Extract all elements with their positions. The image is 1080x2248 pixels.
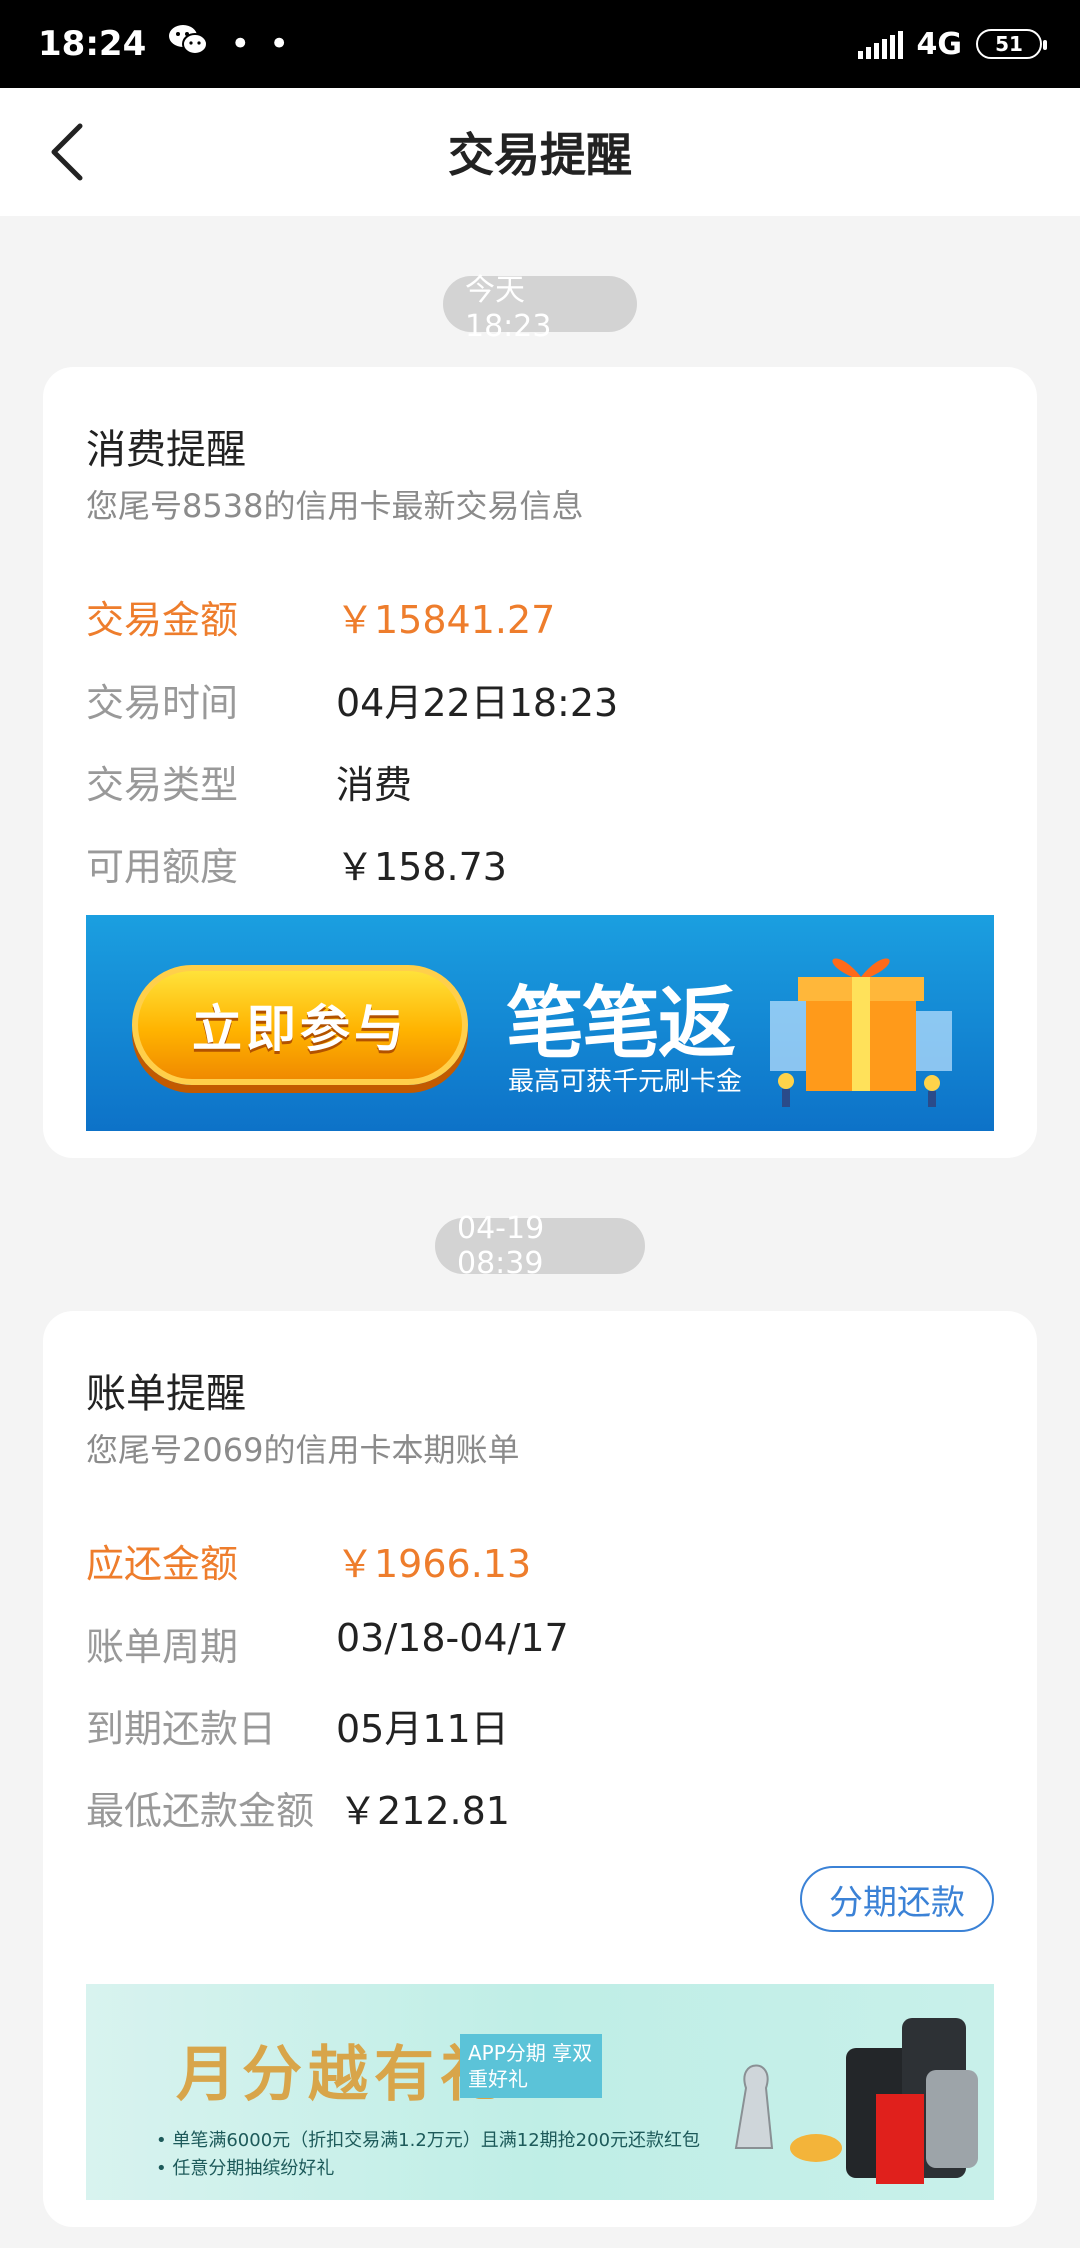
message-card: 账单提醒 您尾号2069的信用卡本期账单 应还金额 ￥1966.13 账单周期 … <box>43 1311 1037 2227</box>
banner-subtitle: 最高可获千元刷卡金 <box>508 1067 743 1097</box>
row-value: 03/18-04/17 <box>336 1616 569 1660</box>
header: 交易提醒 <box>0 88 1080 216</box>
promo-banner[interactable]: 月分越有礼 APP分期 享双重好礼 • 单笔满6000元（折扣交易满1.2万元）… <box>86 1984 994 2200</box>
wechat-icon <box>168 23 209 66</box>
banner-note: • 任意分期抽缤纷好礼 <box>156 2158 335 2179</box>
luggage-icon <box>734 2018 978 2184</box>
row-value: 05月11日 <box>336 1707 509 1751</box>
back-button[interactable] <box>40 123 96 181</box>
row-label: 可用额度 <box>86 845 239 889</box>
banner-title: 笔笔返 <box>506 979 736 1069</box>
network-label: 4G <box>916 26 963 62</box>
battery-level: 51 <box>995 32 1023 56</box>
card-subtitle: 您尾号8538的信用卡最新交易信息 <box>86 487 584 525</box>
status-time: 18:24 <box>38 24 147 64</box>
row-label: 交易类型 <box>86 763 239 807</box>
row-value: ￥15841.27 <box>336 598 556 642</box>
banner-title: 月分越有礼 <box>176 2040 506 2110</box>
battery-icon: 51 <box>976 29 1047 59</box>
card-title: 账单提醒 <box>86 1371 246 1417</box>
promo-banner[interactable]: 立即参与 笔笔返 最高可获千元刷卡金 <box>86 915 994 1131</box>
time-pill: 今天 18:23 <box>443 273 637 344</box>
row-label: 账单周期 <box>86 1625 239 1669</box>
card-title: 消费提醒 <box>86 427 246 473</box>
message-card: 消费提醒 您尾号8538的信用卡最新交易信息 交易金额 ￥15841.27 交易… <box>43 367 1037 1158</box>
time-pill: 04-19 08:39 <box>435 1211 645 1281</box>
banner-note: • 单笔满6000元（折扣交易满1.2万元）且满12期抢200元还款红包 <box>156 2130 701 2151</box>
banner-badge: APP分期 享双重好礼 <box>460 2034 602 2098</box>
installment-button[interactable]: 分期还款 <box>800 1866 994 1932</box>
row-label: 到期还款日 <box>86 1707 277 1751</box>
row-value: ￥1966.13 <box>336 1542 532 1586</box>
row-value: ￥212.81 <box>339 1789 510 1833</box>
row-value: ￥158.73 <box>336 845 507 889</box>
page-title: 交易提醒 <box>448 128 632 182</box>
row-label: 交易时间 <box>86 681 239 725</box>
back-arrow-icon <box>51 123 83 181</box>
row-label: 最低还款金额 <box>86 1789 315 1833</box>
row-value: 消费 <box>336 763 413 807</box>
card-subtitle: 您尾号2069的信用卡本期账单 <box>86 1431 520 1469</box>
row-label: 应还金额 <box>86 1542 239 1586</box>
join-now-button[interactable]: 立即参与 <box>132 965 468 1085</box>
row-value: 04月22日18:23 <box>336 681 619 725</box>
row-label: 交易金额 <box>86 598 239 642</box>
signal-icon <box>857 29 903 59</box>
status-bar: 18:24 • • 4G 51 <box>0 0 1080 88</box>
gift-box-icon <box>770 958 952 1107</box>
notification-dots: • • <box>230 24 294 64</box>
